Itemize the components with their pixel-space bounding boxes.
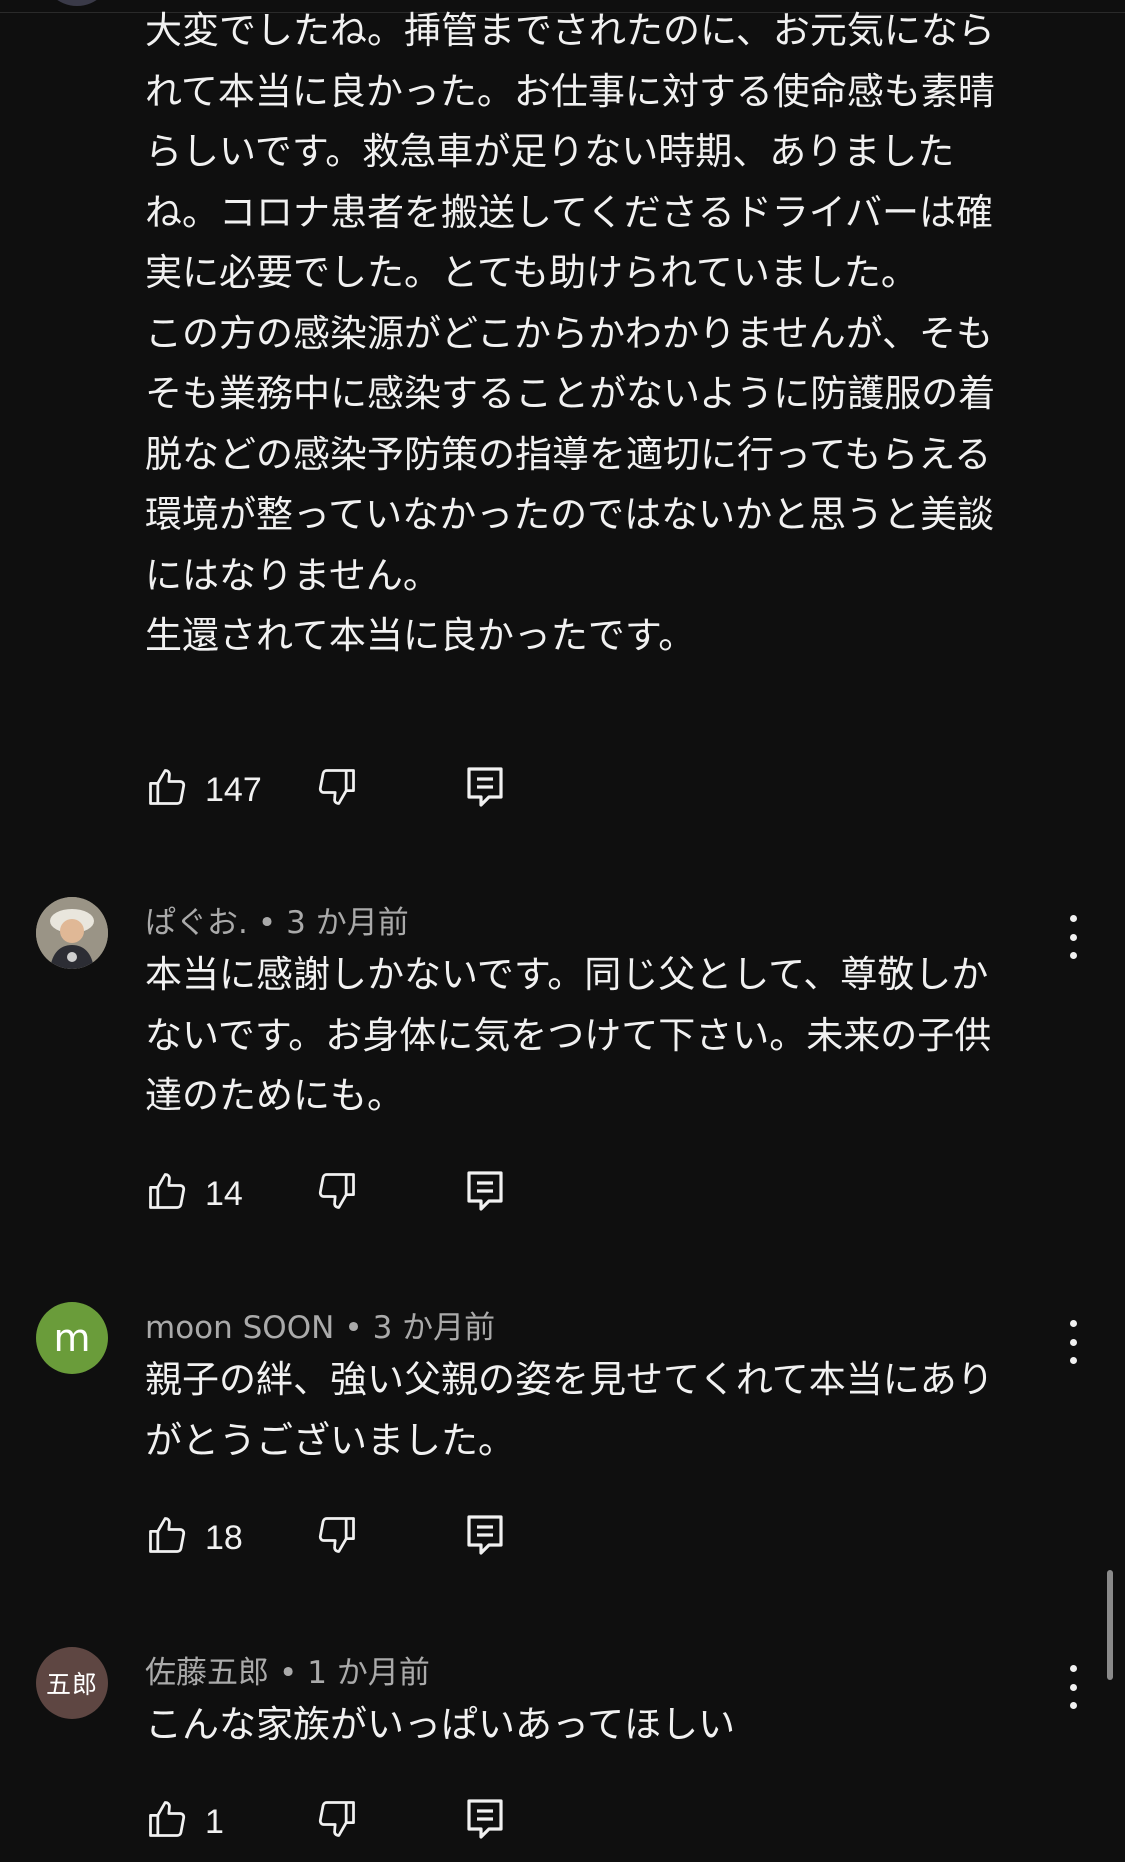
reply-icon [467, 1799, 503, 1839]
author-name[interactable]: ぱぐお. [145, 905, 248, 941]
scrollbar[interactable] [1107, 1570, 1113, 1680]
comment-text: 本当に感謝しかないです。同じ父として、尊敬しかないです。お身体に気をつけて下さい… [145, 953, 992, 1117]
dislike-button[interactable] [315, 1513, 359, 1557]
more-vert-icon [1069, 915, 1077, 922]
reply-button[interactable] [465, 765, 505, 809]
comment-text: 親子の絆、強い父親の姿を見せてくれて本当にありがとうございました。 [145, 1358, 994, 1462]
thumbs-down-icon [318, 1173, 355, 1209]
like-button[interactable]: 147 [145, 765, 262, 809]
avatar-letter: m [53, 1316, 91, 1360]
like-count: 18 [205, 1519, 243, 1557]
avatar[interactable] [36, 897, 108, 969]
more-options-button[interactable] [1061, 1665, 1085, 1709]
comment-time: 1 か月前 [307, 1655, 430, 1691]
dislike-button[interactable] [315, 1169, 359, 1213]
comment-time: 3 か月前 [286, 905, 409, 941]
thumbs-down-icon [318, 1517, 355, 1553]
more-vert-icon [1069, 1665, 1077, 1672]
child-photo-avatar [36, 897, 108, 969]
avatar[interactable]: m [36, 1302, 108, 1374]
like-count: 147 [205, 771, 262, 809]
reply-icon [467, 767, 503, 807]
thumbs-up-icon [149, 769, 186, 805]
like-count: 1 [205, 1803, 224, 1841]
dislike-button[interactable] [315, 1797, 359, 1841]
more-options-button[interactable] [1061, 1320, 1085, 1364]
thumbs-up-icon [149, 1801, 186, 1837]
like-button[interactable]: 14 [145, 1169, 243, 1213]
reply-button[interactable] [465, 1513, 505, 1557]
reply-button[interactable] [465, 1797, 505, 1841]
author-name[interactable]: 佐藤五郎 [145, 1655, 269, 1691]
avatar[interactable]: 五郎 [36, 1647, 108, 1719]
dislike-button[interactable] [315, 765, 359, 809]
comment-meta: 佐藤五郎 • 1 か月前 [145, 1655, 430, 1691]
thumbs-down-icon [318, 769, 355, 805]
more-vert-icon [1069, 1320, 1077, 1327]
thumbs-up-icon [149, 1517, 186, 1553]
comment-text: 大変でしたね。挿管までされたのに、お元気になられて本当に良かった。お仕事に対する… [145, 9, 996, 657]
avatar-letter: 五郎 [45, 1670, 98, 1699]
thumbs-down-icon [318, 1801, 355, 1837]
comment-text: こんな家族がいっぱいあってほしい [145, 1703, 736, 1746]
reply-button[interactable] [465, 1169, 505, 1213]
more-options-button[interactable] [1061, 915, 1085, 959]
reply-icon [467, 1171, 503, 1211]
like-button[interactable]: 18 [145, 1513, 243, 1557]
author-name[interactable]: moon SOON [145, 1310, 334, 1346]
thumbs-up-icon [149, 1173, 186, 1209]
like-button[interactable]: 1 [145, 1797, 224, 1841]
comment-time: 3 か月前 [372, 1310, 496, 1346]
like-count: 14 [205, 1175, 243, 1213]
reply-icon [467, 1515, 503, 1555]
comment-meta: ぱぐお. • 3 か月前 [145, 905, 409, 941]
comment-meta: moon SOON • 3 か月前 [145, 1310, 496, 1346]
